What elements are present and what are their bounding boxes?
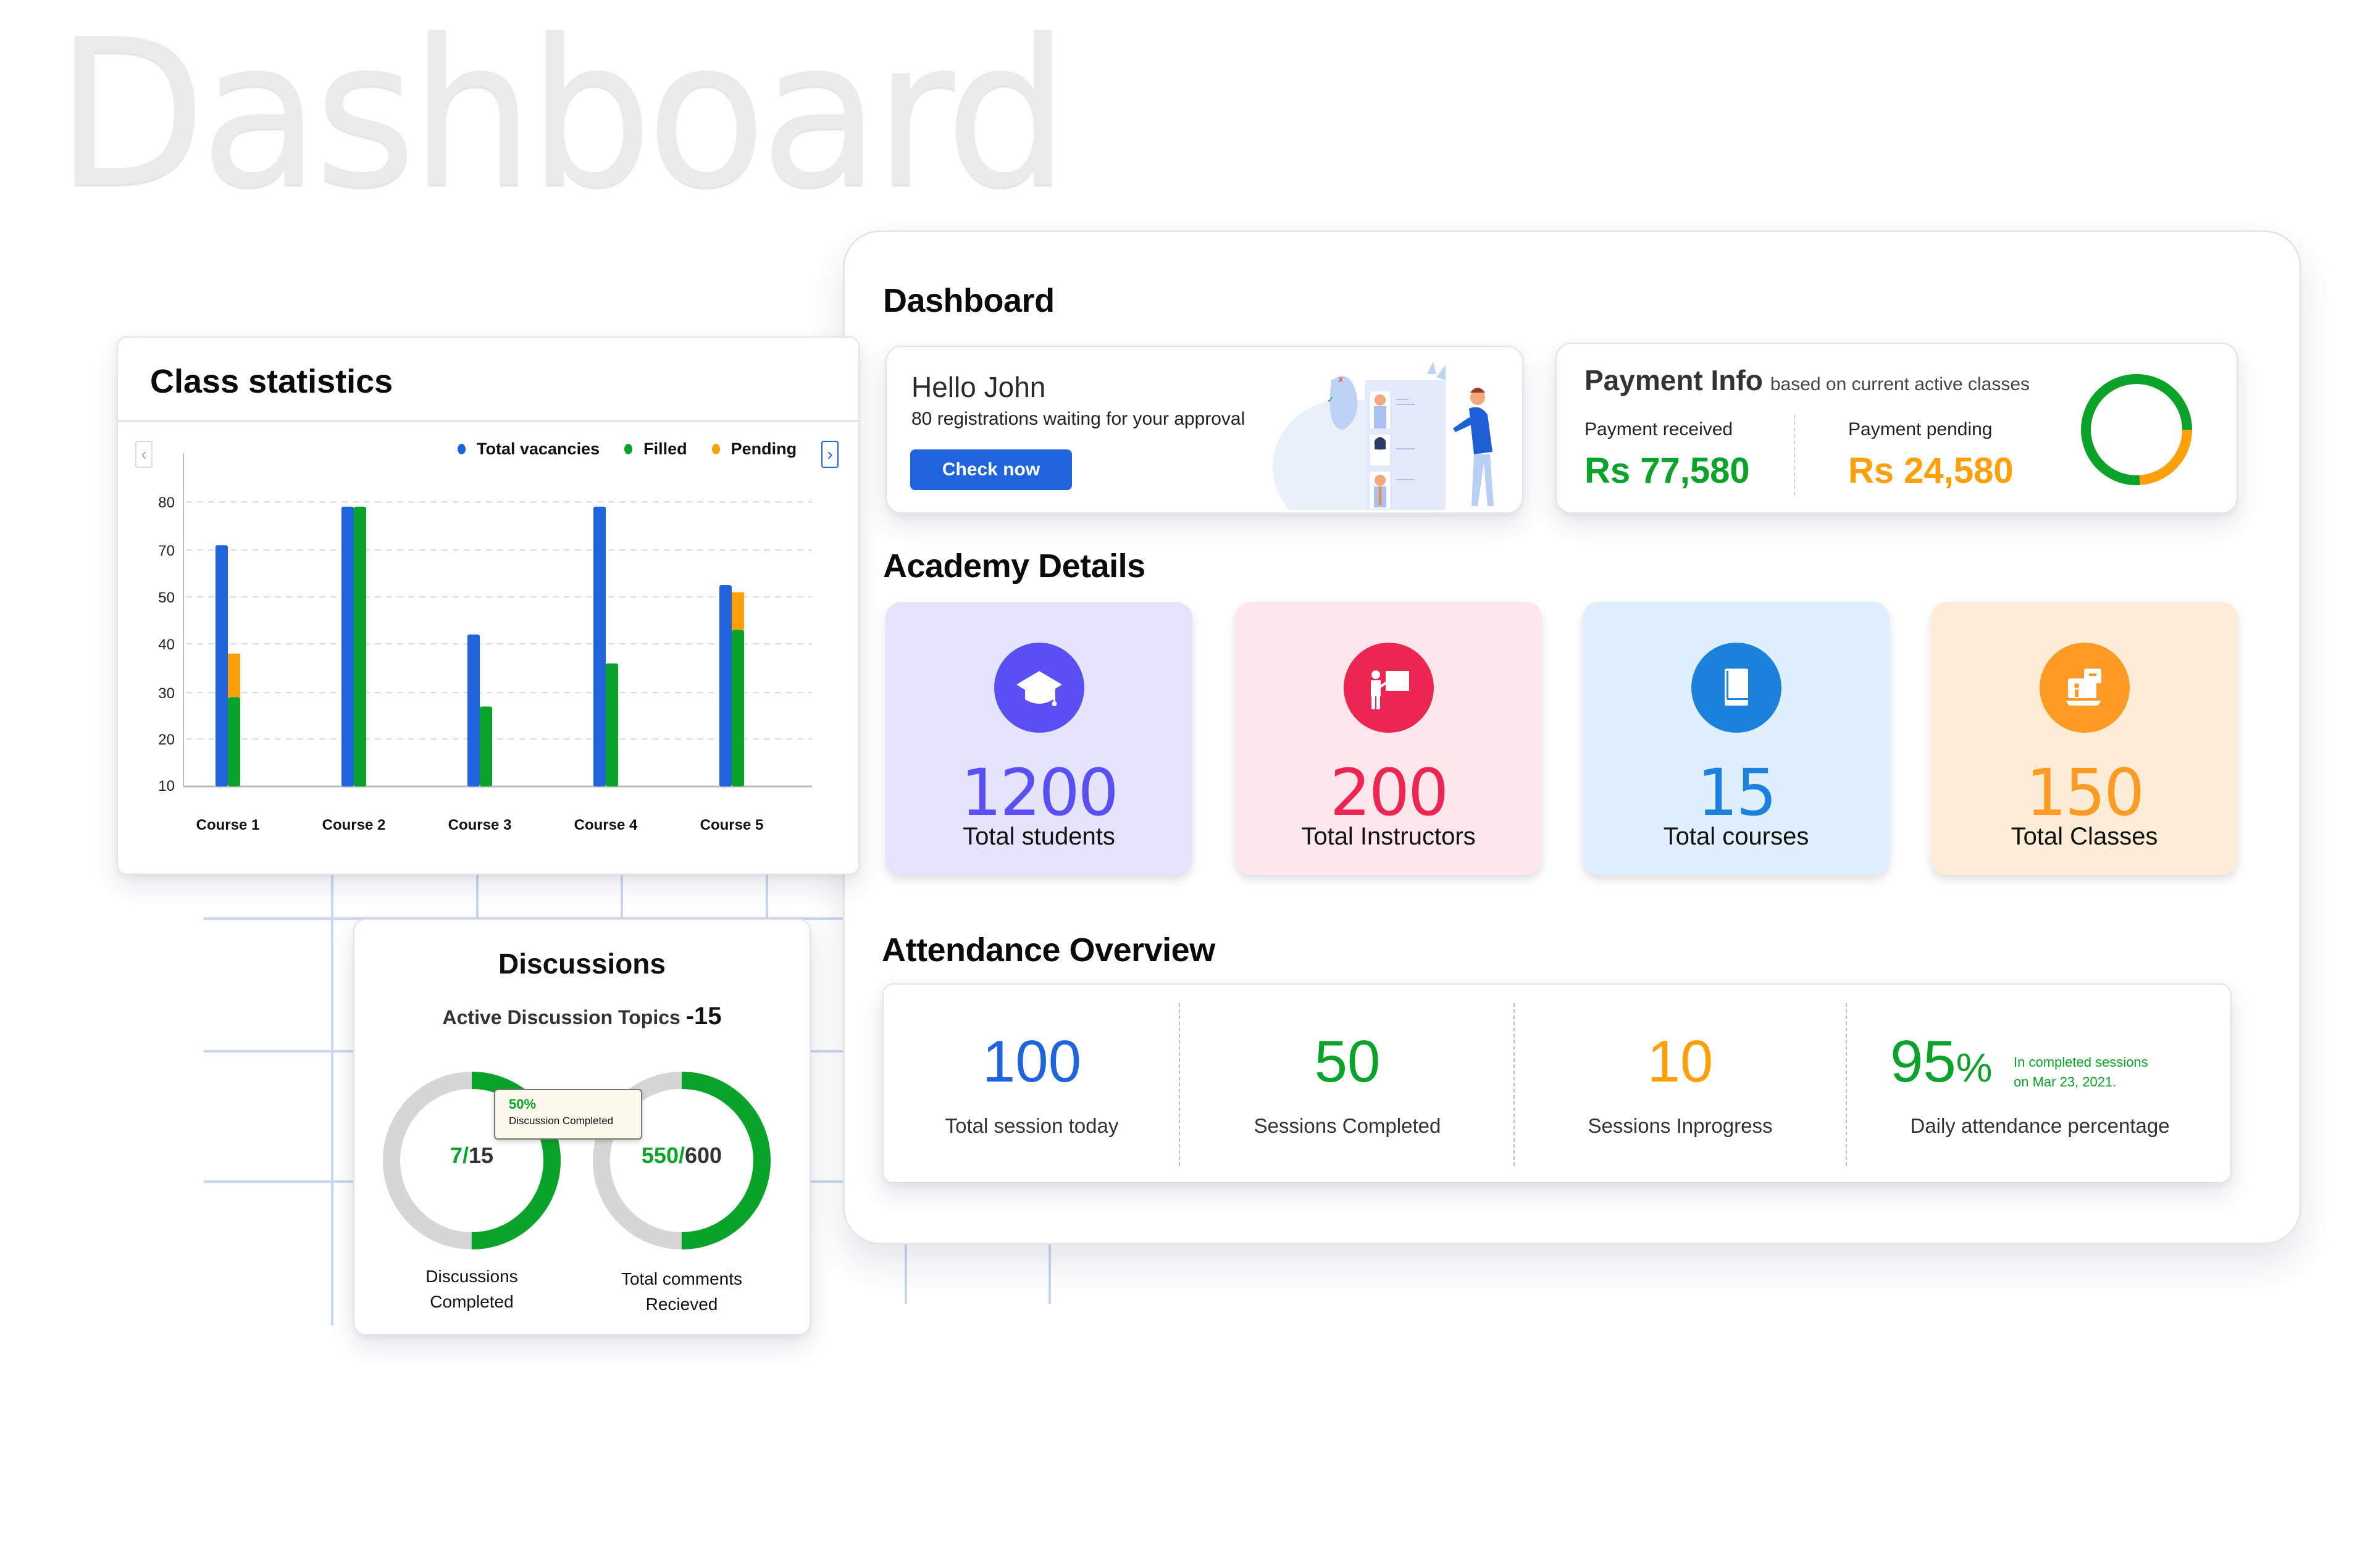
total-students-value: 1200 [961, 755, 1119, 830]
attendance-overview-card: 100 Total session today 50 Sessions Comp… [882, 983, 2232, 1183]
bar-total-vacancies [719, 585, 732, 786]
comments-received-label: Total comments Recieved [621, 1269, 743, 1314]
stat-total-sessions: 100 Total session today [884, 985, 1180, 1182]
y-tick-label: 50 [158, 590, 175, 606]
attendance-note-line2: on Mar 23, 2021. [2014, 1074, 2117, 1090]
bar-filled [732, 630, 744, 786]
svg-text:x: x [1338, 375, 1343, 385]
tooltip-percent: 50% [509, 1096, 537, 1112]
class-statistics-chart: 80 70 50 40 30 20 10 Course 1 Course 2 Course 3 Co… [158, 453, 812, 833]
bar-pending [732, 592, 744, 630]
y-tick-label: 30 [158, 685, 175, 702]
bar-filled [480, 706, 492, 786]
total-sessions-label: Total session today [945, 1114, 1119, 1137]
stat-daily-attendance: 95% In completed sessions on Mar 23, 202… [1847, 985, 2233, 1182]
total-sessions-value: 100 [982, 1028, 1082, 1095]
payment-title-text: Payment Info [1584, 364, 1763, 396]
teacher-board-icon [1343, 643, 1434, 733]
payment-subtitle: based on current active classes [1770, 374, 2030, 394]
watermark-title: Dashboard [56, 0, 1069, 233]
y-tick-label: 80 [158, 494, 175, 511]
y-tick-label: 40 [158, 636, 175, 653]
bar-total-vacancies [341, 506, 354, 786]
total-instructors-label: Total Instructors [1301, 823, 1476, 850]
total-courses-card[interactable]: 15 Total courses [1583, 602, 1890, 875]
svg-text:✓: ✓ [1327, 395, 1334, 405]
discussions-title: Discussions [498, 948, 666, 980]
total-classes-value: 150 [2025, 755, 2145, 830]
total-instructors-card[interactable]: 200 Total Instructors [1235, 602, 1542, 875]
daily-attendance-label: Daily attendance percentage [1910, 1114, 2170, 1137]
total-students-card[interactable]: 1200 Total students [885, 602, 1192, 875]
x-tick-label: Course 2 [322, 817, 386, 833]
book-icon [1691, 643, 1781, 733]
academy-details-title: Academy Details [883, 548, 1145, 585]
payment-pending-value: Rs 24,580 [1848, 451, 2014, 491]
discussions-completed-label: Discussions Completed [425, 1267, 518, 1311]
greeting: Hello John [911, 371, 1046, 403]
bar-total-vacancies [593, 506, 606, 786]
bar-filled [228, 697, 240, 786]
sessions-inprogress-label: Sessions Inprogress [1588, 1114, 1773, 1137]
bar-filled [606, 663, 618, 786]
total-courses-value: 15 [1697, 755, 1777, 830]
payment-donut-chart [2081, 374, 2192, 485]
page-title: Dashboard [883, 282, 1055, 319]
class-statistics-card: Class statistics ‹ › Total vacancies Fil… [117, 336, 860, 875]
total-classes-label: Total Classes [2011, 823, 2158, 850]
attendance-overview-title: Attendance Overview [882, 932, 1215, 969]
payment-received-label: Payment received [1584, 419, 1733, 440]
y-tick-label: 10 [158, 778, 175, 794]
discussions-completed-value: 7/15 [450, 1143, 494, 1168]
x-tick-label: Course 5 [700, 817, 764, 833]
comments-received-value: 550/600 [641, 1143, 722, 1168]
stat-sessions-inprogress: 10 Sessions Inprogress [1515, 985, 1846, 1182]
online-class-icon [2039, 643, 2130, 733]
tooltip-text: Discussion Completed [509, 1115, 614, 1127]
attendance-percentage-unit: % [1956, 1045, 1993, 1090]
graduation-cap-icon [994, 643, 1084, 733]
payment-info-title: Payment Info based on current active clas… [1584, 364, 2030, 397]
x-tick-label: Course 4 [574, 817, 638, 833]
active-topics: Active Discussion Topics -15 [354, 1003, 810, 1030]
payment-divider [1794, 415, 1795, 495]
active-topics-count: -15 [685, 1003, 722, 1030]
sessions-inprogress-value: 10 [1647, 1028, 1714, 1095]
total-courses-label: Total courses [1663, 823, 1809, 850]
total-students-label: Total students [963, 823, 1115, 850]
bar-total-vacancies [216, 545, 228, 786]
y-tick-label: 70 [158, 543, 175, 559]
discussions-card: Discussions Active Discussion Topics -15… [353, 919, 811, 1335]
bar-pending [228, 653, 240, 698]
registrations-message: 80 registrations waiting for your approv… [911, 409, 1245, 429]
check-now-button[interactable]: Check now [910, 449, 1072, 490]
approval-illustration-icon: x ✓ [1273, 362, 1494, 510]
welcome-card: Hello John 80 registrations waiting for … [885, 346, 1523, 514]
sessions-completed-label: Sessions Completed [1254, 1114, 1441, 1137]
attendance-note: In completed sessions on Mar 23, 2021. [2014, 1053, 2148, 1092]
sessions-completed-value: 50 [1314, 1028, 1381, 1095]
payment-pending-label: Payment pending [1848, 419, 1993, 440]
payment-received-value: Rs 77,580 [1584, 451, 1750, 491]
x-tick-label: Course 3 [448, 817, 512, 833]
active-topics-label: Active Discussion Topics [442, 1006, 680, 1028]
discussion-tooltip: 50% Discussion Completed [494, 1089, 642, 1140]
attendance-note-line1: In completed sessions [2014, 1054, 2148, 1070]
total-classes-card[interactable]: 150 Total Classes [1931, 602, 2238, 875]
bar-total-vacancies [467, 634, 480, 786]
x-tick-label: Course 1 [196, 817, 260, 833]
attendance-percentage: 95% [1890, 1028, 1992, 1096]
bar-filled [354, 506, 366, 786]
attendance-percentage-value: 95 [1890, 1028, 1956, 1095]
total-instructors-value: 200 [1329, 755, 1449, 830]
payment-info-card: Payment Info based on current active clas… [1555, 343, 2238, 514]
stat-sessions-completed: 50 Sessions Completed [1180, 985, 1515, 1182]
y-tick-label: 20 [158, 732, 175, 748]
